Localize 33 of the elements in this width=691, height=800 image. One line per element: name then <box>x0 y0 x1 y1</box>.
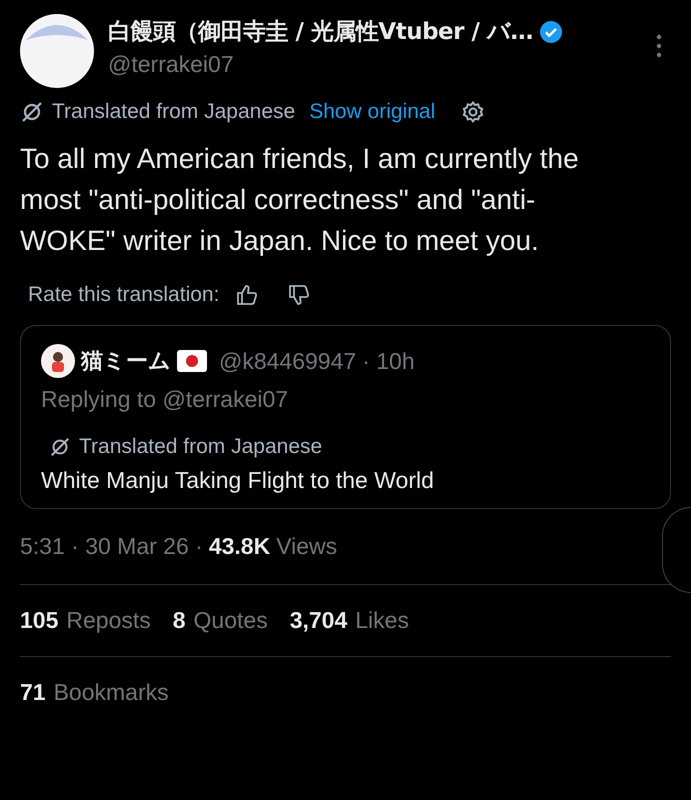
views-label: Views <box>276 533 338 560</box>
bookmarks-label[interactable]: Bookmarks <box>54 679 169 706</box>
translation-label: Translated from Japanese <box>52 100 296 124</box>
replying-to-text: Replying to @terrakei07 <box>41 386 290 413</box>
avatar[interactable] <box>20 14 94 88</box>
author-name: 白饅頭（御田寺圭 / 光属性Vtuber / バ… <box>108 18 533 47</box>
views-count: 43.8K <box>208 533 270 560</box>
stat-count[interactable]: 105 <box>20 607 58 634</box>
japan-flag-icon <box>177 350 207 372</box>
translate-icon <box>49 436 71 458</box>
rate-label: Rate this translation: <box>28 283 220 307</box>
quoted-author-handle: @k84469947 <box>219 348 356 374</box>
settings-icon[interactable] <box>461 100 486 124</box>
stat-count[interactable]: 8 <box>172 607 186 634</box>
post-text: To all my American friends, I am currently the most "anti-political correctness" and "anti-WOKE" writer in Japan. Nice to meet you. <box>20 142 580 258</box>
quoted-post-card[interactable]: 猫ミーム @k84469947 · 10h Replying to @terrakei07 Translated from Japanese White Manju Taking Flight to the World <box>20 325 671 509</box>
more-icon[interactable] <box>655 34 663 58</box>
stat-label[interactable]: Reposts <box>66 607 151 634</box>
thumbs-up-icon[interactable] <box>235 283 260 307</box>
post-timestamp: 5:31 · 30 Mar 26 · <box>20 533 203 560</box>
stat-label[interactable]: Likes <box>355 607 409 634</box>
quoted-author-name: 猫ミーム <box>81 347 171 375</box>
thumbs-down-icon[interactable] <box>287 283 312 307</box>
show-original-link[interactable]: Show original <box>309 100 436 124</box>
author-handle: @terrakei07 <box>108 51 235 78</box>
quoted-post-text: White Manju Taking Flight to the World <box>41 467 435 494</box>
avatar[interactable] <box>41 344 75 378</box>
stat-count[interactable]: 3,704 <box>290 607 348 634</box>
translation-label: Translated from Japanese <box>79 435 322 459</box>
stat-label[interactable]: Quotes <box>194 607 268 634</box>
bookmarks-count[interactable]: 71 <box>20 679 46 706</box>
quoted-post-time: · 10h <box>362 348 415 374</box>
translate-icon <box>20 100 44 124</box>
